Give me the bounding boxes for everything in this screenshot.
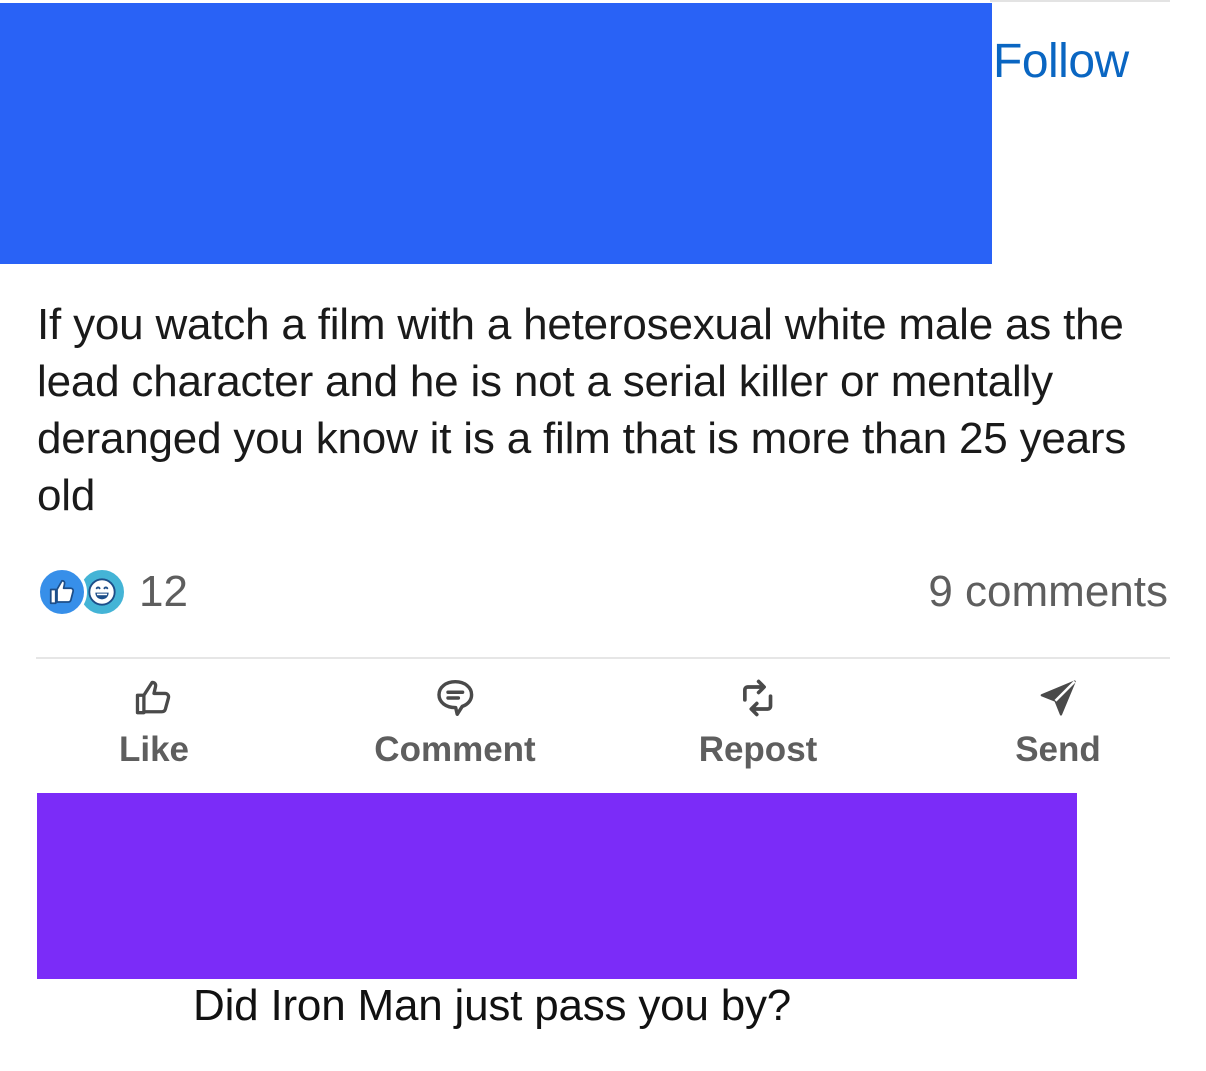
repost-label: Repost: [698, 730, 818, 769]
actions-divider: [36, 657, 1170, 659]
follow-button[interactable]: Follow: [993, 34, 1129, 90]
comments-count-link[interactable]: 9 comments: [928, 566, 1168, 618]
top-divider: [990, 0, 1170, 2]
repost-button[interactable]: Repost: [698, 672, 818, 770]
repost-icon: [732, 672, 784, 724]
post-body-text: If you watch a film with a heterosexual …: [37, 300, 1127, 520]
redacted-comment-block: [37, 793, 1077, 979]
post-action-bar: Like Comment Repost Send: [36, 672, 1170, 782]
redacted-author-header: [0, 3, 992, 264]
like-button[interactable]: Like: [119, 672, 189, 770]
comment-label: Comment: [374, 730, 536, 769]
like-label: Like: [118, 730, 190, 769]
reaction-count: 12: [139, 567, 188, 616]
comment-button[interactable]: Comment: [374, 672, 536, 770]
comment-icon: [429, 672, 481, 724]
send-label: Send: [1015, 730, 1101, 769]
like-reaction-icon: [37, 567, 87, 617]
send-icon: [1032, 672, 1084, 724]
meme-caption: Did Iron Man just pass you by?: [193, 981, 792, 1030]
send-button[interactable]: Send: [1015, 672, 1101, 770]
reactions-summary[interactable]: 12: [37, 566, 188, 618]
thumbs-up-icon: [128, 672, 180, 724]
